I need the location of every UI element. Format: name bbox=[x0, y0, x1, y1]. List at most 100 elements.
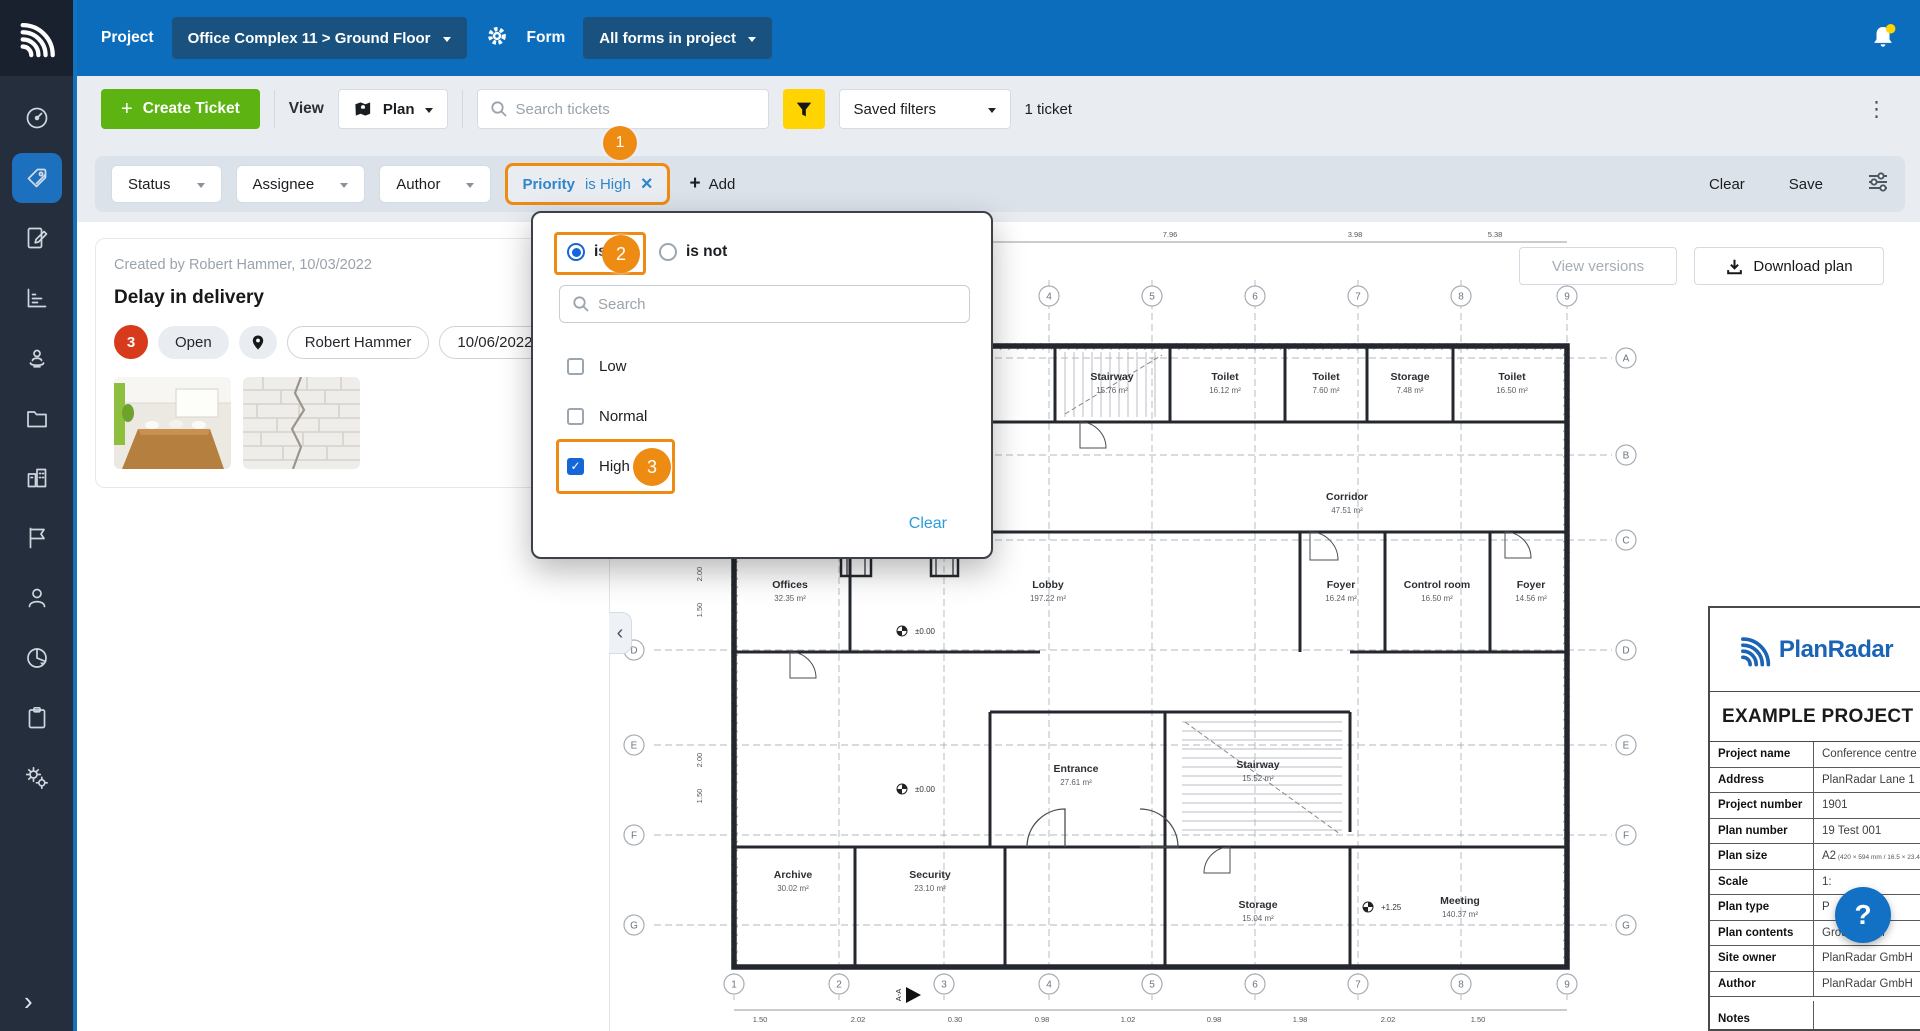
svg-text:7: 7 bbox=[1355, 980, 1361, 991]
sidebar-item-tasks[interactable] bbox=[0, 688, 73, 748]
filter-funnel-button[interactable] bbox=[783, 89, 825, 129]
sidebar-item-documents[interactable] bbox=[0, 388, 73, 448]
sidebar-nav bbox=[0, 76, 73, 808]
topbar: Project Office Complex 11 > Ground Floor… bbox=[77, 0, 1920, 76]
ticket-number-badge: 3 bbox=[114, 325, 148, 359]
svg-text:Corridor: Corridor bbox=[1326, 491, 1368, 503]
project-selector-value: Office Complex 11 > Ground Floor bbox=[188, 30, 431, 47]
chevron-down-icon bbox=[748, 37, 756, 46]
radio-is-not[interactable]: is not bbox=[659, 243, 727, 261]
svg-text:9: 9 bbox=[1564, 292, 1570, 303]
priority-option-high[interactable]: ✓High bbox=[567, 441, 961, 491]
svg-text:A-A: A-A bbox=[894, 989, 903, 1002]
ticket-card[interactable]: Created by Robert Hammer, 10/03/2022 Del… bbox=[95, 238, 591, 488]
filter-chip-status[interactable]: Status bbox=[111, 165, 222, 203]
svg-text:±0.00: ±0.00 bbox=[915, 785, 936, 794]
svg-text:0.30: 0.30 bbox=[948, 1015, 963, 1024]
create-ticket-button[interactable]: + Create Ticket bbox=[101, 89, 260, 129]
svg-text:Offices: Offices bbox=[772, 579, 808, 591]
brand-name: PlanRadar bbox=[1779, 636, 1893, 664]
title-block-table: Project nameConference centreAddressPlan… bbox=[1710, 742, 1920, 1031]
priority-option-normal[interactable]: Normal bbox=[567, 391, 961, 441]
svg-text:9: 9 bbox=[1564, 980, 1570, 991]
view-mode-dropdown[interactable]: Plan bbox=[338, 89, 448, 129]
search-icon bbox=[490, 100, 508, 118]
sidebar-item-users[interactable] bbox=[0, 568, 73, 628]
svg-text:G: G bbox=[1622, 921, 1630, 932]
view-versions-button[interactable]: View versions bbox=[1519, 247, 1677, 285]
sidebar-item-site-map[interactable] bbox=[0, 328, 73, 388]
ticket-count: 1 ticket bbox=[1025, 101, 1073, 118]
chevron-down-icon bbox=[340, 183, 348, 192]
more-options-kebab-icon[interactable]: ⋮ bbox=[1858, 97, 1896, 122]
filter-chip-priority-active[interactable]: Priority is High × bbox=[505, 163, 669, 205]
sidebar-item-tickets[interactable] bbox=[0, 148, 73, 208]
checkbox-checked-icon[interactable]: ✓ bbox=[567, 458, 584, 475]
planradar-logo[interactable] bbox=[0, 0, 73, 76]
chevron-down-icon bbox=[425, 108, 433, 117]
svg-text:15.04 m²: 15.04 m² bbox=[1242, 914, 1274, 923]
clear-filters-button[interactable]: Clear bbox=[1709, 176, 1745, 193]
svg-text:D: D bbox=[1622, 646, 1629, 657]
sidebar-item-forms[interactable] bbox=[0, 208, 73, 268]
remove-filter-x-icon[interactable]: × bbox=[641, 174, 653, 194]
priority-options-list: LowNormal✓High bbox=[567, 341, 961, 491]
svg-text:C: C bbox=[1622, 536, 1629, 547]
svg-text:Storage: Storage bbox=[1238, 899, 1277, 911]
svg-text:Foyer: Foyer bbox=[1517, 579, 1546, 591]
svg-text:32.35 m²: 32.35 m² bbox=[774, 594, 806, 603]
radio-is[interactable]: is bbox=[567, 243, 607, 261]
location-person-icon bbox=[24, 345, 50, 371]
sidebar-item-projects[interactable] bbox=[0, 448, 73, 508]
sidebar-item-statistics[interactable] bbox=[0, 628, 73, 688]
title-block-title: EXAMPLE PROJECT bbox=[1710, 692, 1920, 742]
sidebar-item-reports[interactable] bbox=[0, 268, 73, 328]
folder-icon bbox=[24, 405, 50, 431]
svg-text:16.50 m²: 16.50 m² bbox=[1421, 594, 1453, 603]
sidebar-item-settings[interactable] bbox=[0, 748, 73, 808]
notifications-bell-icon[interactable] bbox=[1870, 24, 1896, 53]
svg-text:3.98: 3.98 bbox=[1348, 230, 1363, 239]
tag-icon bbox=[24, 165, 50, 191]
filter-chip-author[interactable]: Author bbox=[379, 165, 491, 203]
annotation-badge-step1: 1 bbox=[603, 126, 637, 160]
save-filters-button[interactable]: Save bbox=[1789, 176, 1823, 193]
svg-text:Security: Security bbox=[909, 869, 951, 881]
divider bbox=[462, 90, 463, 128]
svg-text:G: G bbox=[630, 921, 638, 932]
sidebar-item-flags[interactable] bbox=[0, 508, 73, 568]
search-tickets-input[interactable] bbox=[516, 101, 756, 118]
collapse-panel-button[interactable]: ‹ bbox=[609, 612, 632, 654]
project-selector[interactable]: Office Complex 11 > Ground Floor bbox=[172, 17, 467, 59]
annotation-badge-step3: 3 bbox=[633, 448, 671, 486]
ticket-location-pin-icon[interactable] bbox=[239, 326, 277, 359]
add-filter-button[interactable]: + Add bbox=[690, 173, 736, 195]
attachment-photo-conference-room[interactable] bbox=[114, 377, 231, 469]
ticket-status-pill[interactable]: Open bbox=[158, 326, 229, 359]
svg-text:6: 6 bbox=[1252, 980, 1258, 991]
plan-title-block: PlanRadar EXAMPLE PROJECT Project nameCo… bbox=[1708, 606, 1920, 1031]
sidebar-item-dashboard[interactable] bbox=[0, 88, 73, 148]
help-button[interactable]: ? bbox=[1835, 887, 1891, 943]
checkbox-unchecked-icon[interactable] bbox=[567, 358, 584, 375]
form-selector[interactable]: All forms in project bbox=[583, 17, 772, 59]
popup-clear-button[interactable]: Clear bbox=[909, 515, 947, 533]
title-block-row: Project number1901 bbox=[1710, 793, 1920, 819]
funnel-icon bbox=[794, 100, 814, 119]
ticket-author-pill[interactable]: Robert Hammer bbox=[287, 326, 430, 359]
download-plan-button[interactable]: Download plan bbox=[1694, 247, 1884, 285]
popup-search-input[interactable] bbox=[598, 296, 957, 313]
project-settings-gear-icon[interactable] bbox=[485, 24, 509, 53]
saved-filters-dropdown[interactable]: Saved filters bbox=[839, 89, 1011, 129]
svg-text:7.60 m²: 7.60 m² bbox=[1312, 386, 1339, 395]
sidebar-expand-chevron-icon[interactable]: › bbox=[24, 986, 33, 1017]
svg-text:47.51 m²: 47.51 m² bbox=[1331, 506, 1363, 515]
priority-option-low[interactable]: Low bbox=[567, 341, 961, 391]
svg-text:2.02: 2.02 bbox=[1381, 1015, 1396, 1024]
svg-text:16.50 m²: 16.50 m² bbox=[1496, 386, 1528, 395]
filter-chip-assignee[interactable]: Assignee bbox=[236, 165, 366, 203]
filter-settings-sliders-icon[interactable] bbox=[1867, 171, 1889, 198]
svg-text:4: 4 bbox=[1046, 292, 1052, 303]
checkbox-unchecked-icon[interactable] bbox=[567, 408, 584, 425]
attachment-photo-cracked-wall[interactable] bbox=[243, 377, 360, 469]
